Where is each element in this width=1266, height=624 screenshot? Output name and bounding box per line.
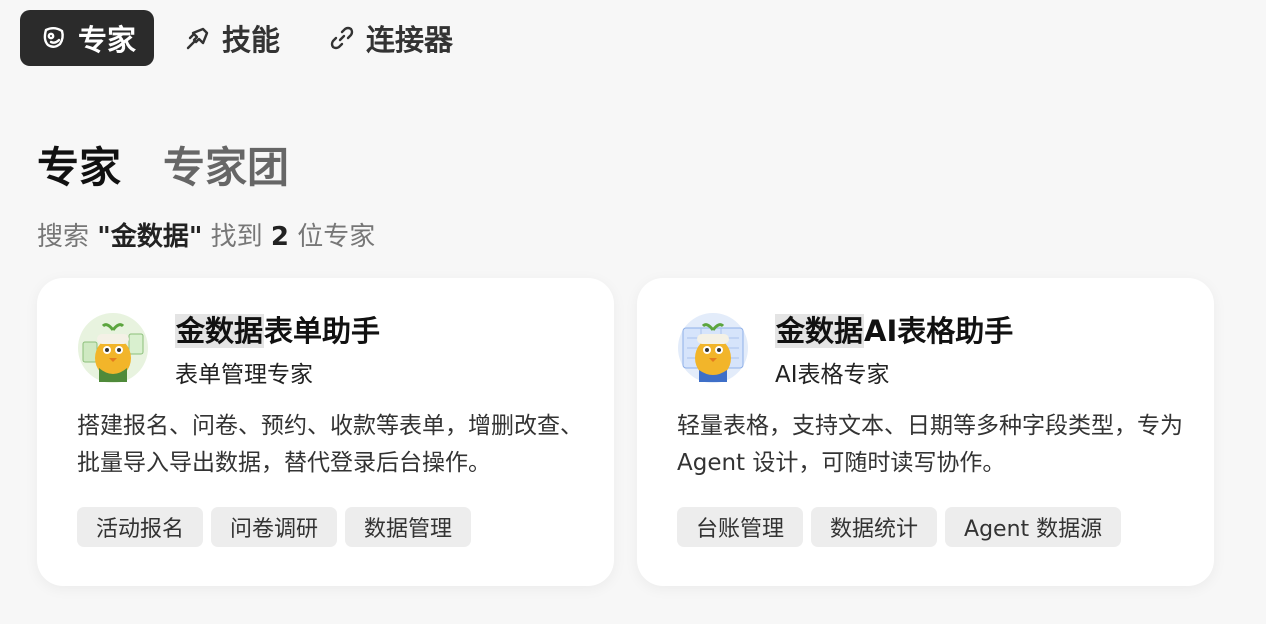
top-nav: 专家 技能 连接器 xyxy=(20,10,471,66)
expert-card[interactable]: 金数据AI表格助手 AI表格专家 轻量表格，支持文本、日期等多种字段类型，专为 … xyxy=(637,278,1214,586)
tag[interactable]: 台账管理 xyxy=(677,507,804,547)
card-header: 金数据表单助手 表单管理专家 xyxy=(77,312,380,389)
tab-connectors[interactable]: 连接器 xyxy=(308,10,471,66)
tab-experts-label: 专家 xyxy=(78,23,137,57)
card-header: 金数据AI表格助手 AI表格专家 xyxy=(677,312,1013,389)
title-rest: 表单助手 xyxy=(264,314,381,348)
result-count: 2 xyxy=(270,222,290,252)
skill-icon xyxy=(186,27,209,50)
card-description: 搭建报名、问卷、预约、收款等表单，增删改查、批量导入导出数据，替代登录后台操作。 xyxy=(77,413,583,476)
subtab-expert[interactable]: 专家 xyxy=(37,134,121,195)
card-title: 金数据AI表格助手 xyxy=(775,314,1013,349)
card-subtitle: 表单管理专家 xyxy=(175,361,313,388)
sub-tabs: 专家 专家团 xyxy=(37,134,289,195)
card-title: 金数据表单助手 xyxy=(175,314,380,349)
tag-list: 活动报名 问卷调研 数据管理 xyxy=(77,507,472,547)
result-mid: 找到 xyxy=(210,222,263,252)
tag-list: 台账管理 数据统计 Agent 数据源 xyxy=(677,507,1122,547)
tag[interactable]: 数据统计 xyxy=(811,507,938,547)
tag[interactable]: Agent 数据源 xyxy=(945,507,1122,547)
result-query: "金数据" xyxy=(97,222,203,252)
result-prefix: 搜索 xyxy=(37,222,90,252)
result-suffix: 位专家 xyxy=(297,222,376,252)
title-highlight: 金数据 xyxy=(175,314,265,348)
tab-skills-label: 技能 xyxy=(222,23,281,57)
title-highlight: 金数据 xyxy=(775,314,865,348)
avatar xyxy=(78,313,148,383)
card-subtitle: AI表格专家 xyxy=(775,361,890,388)
tag[interactable]: 活动报名 xyxy=(77,507,204,547)
title-rest: AI表格助手 xyxy=(864,314,1014,348)
tab-skills[interactable]: 技能 xyxy=(164,10,298,66)
subtab-expert-team[interactable]: 专家团 xyxy=(163,134,289,195)
expert-icon xyxy=(43,27,64,48)
tag[interactable]: 数据管理 xyxy=(345,507,472,547)
tab-experts[interactable]: 专家 xyxy=(20,10,155,66)
search-result-summary: 搜索 "金数据" 找到 2 位专家 xyxy=(37,216,375,253)
expert-card[interactable]: 金数据表单助手 表单管理专家 搭建报名、问卷、预约、收款等表单，增删改查、批量导… xyxy=(37,278,614,586)
card-description: 轻量表格，支持文本、日期等多种字段类型，专为 Agent 设计，可随时读写协作。 xyxy=(677,413,1183,476)
tag[interactable]: 问卷调研 xyxy=(211,507,338,547)
tab-connectors-label: 连接器 xyxy=(366,23,454,57)
avatar xyxy=(678,313,748,383)
link-icon xyxy=(330,26,354,50)
